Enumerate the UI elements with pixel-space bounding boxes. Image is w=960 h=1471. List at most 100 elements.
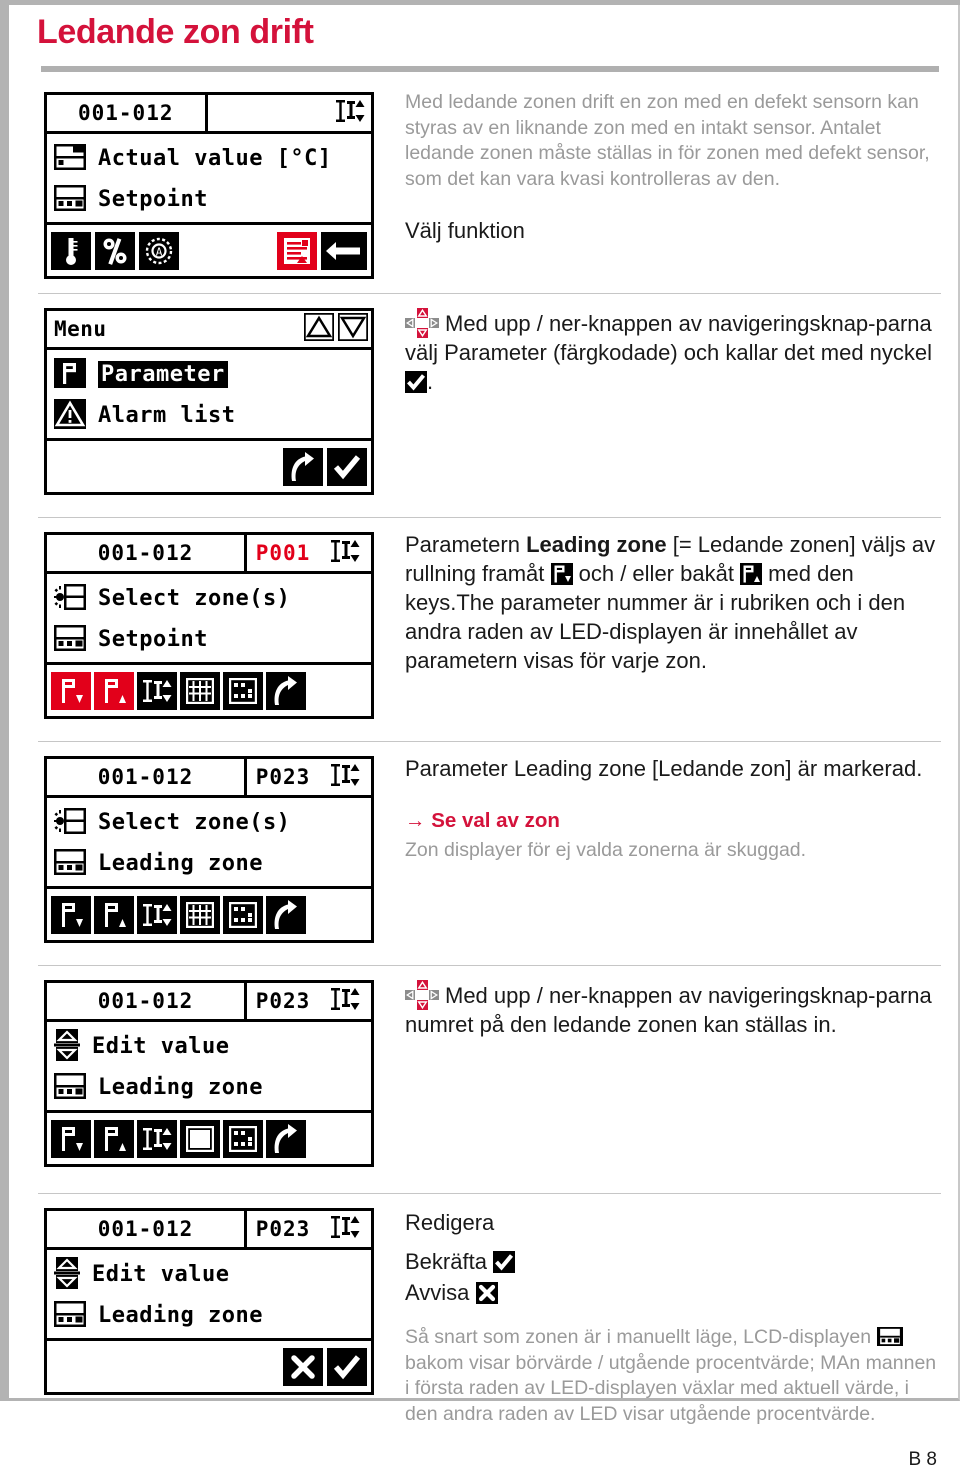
up-triangle-icon[interactable] bbox=[303, 312, 335, 345]
back-arrow-icon[interactable] bbox=[266, 895, 306, 934]
document-page: Ledande zon drift 001-012 Actual value [… bbox=[0, 0, 960, 1470]
lcd-toolbar bbox=[47, 438, 371, 492]
param-back-inline-icon bbox=[740, 563, 763, 585]
lcd-rows: Actual value [°C] Setpoint bbox=[47, 134, 371, 222]
lcd-column-p001: 001-012 P001 Select zone(s) Setpoint bbox=[34, 526, 389, 719]
lcd-zone-range: 001-012 bbox=[77, 101, 174, 125]
lcd-row[interactable]: Edit value bbox=[47, 1026, 371, 1067]
lcd-setpoint-icon bbox=[54, 184, 86, 215]
confirm-check-icon[interactable] bbox=[327, 1347, 367, 1386]
lcd-row[interactable]: Actual value [°C] bbox=[47, 138, 371, 179]
down-triangle-icon[interactable] bbox=[337, 312, 369, 345]
section-p023-edit: 001-012 P023 Edit value Leading zone Med… bbox=[34, 974, 939, 1167]
lcd-rows: Edit value Leading zone bbox=[47, 1250, 371, 1338]
zone-step-icon[interactable] bbox=[137, 895, 177, 934]
thermometer-icon[interactable] bbox=[51, 231, 91, 270]
lcd-row[interactable]: Edit value bbox=[47, 1254, 371, 1295]
lcd-panel-overview[interactable]: 001-012 Actual value [°C] Setpoint A bbox=[44, 92, 374, 279]
lcd-panel-p023-select[interactable]: 001-012 P023 Select zone(s) Leading zone bbox=[44, 756, 374, 943]
lcd-header-blank bbox=[204, 95, 372, 131]
reject-x-inline-icon bbox=[475, 1282, 498, 1304]
zone-step-icon[interactable] bbox=[137, 671, 177, 710]
param-forward-icon-red[interactable] bbox=[51, 671, 91, 710]
lcd-row-label: Leading zone bbox=[98, 851, 263, 876]
lcd-rows: Select zone(s) Leading zone bbox=[47, 798, 371, 886]
lcd-column-overview: 001-012 Actual value [°C] Setpoint A bbox=[34, 86, 389, 279]
back-arrow-icon[interactable] bbox=[266, 1119, 306, 1158]
lcd-rows: Select zone(s) Setpoint bbox=[47, 574, 371, 662]
lcd-header: 001-012 P001 bbox=[47, 535, 371, 574]
grid-all-icon[interactable] bbox=[180, 895, 220, 934]
confirm-note-pre: Så snart som zonen är i manuellt läge, L… bbox=[405, 1326, 872, 1348]
confirm-check-icon[interactable] bbox=[327, 447, 367, 486]
text-column-p023-confirm: Redigera Bekräfta Avvisa Så snart som zo… bbox=[389, 1202, 939, 1427]
cross-reference-link[interactable]: → Se val av zon bbox=[405, 807, 939, 834]
lcd-panel-p023-confirm[interactable]: 001-012 P023 Edit value Leading zone bbox=[44, 1208, 374, 1395]
lcd-toolbar bbox=[47, 886, 371, 940]
param-forward-icon[interactable] bbox=[51, 1119, 91, 1158]
zone-step-icon[interactable] bbox=[137, 1119, 177, 1158]
zone-step-indicator-icon bbox=[330, 986, 360, 1016]
reject-label: Avvisa bbox=[405, 1280, 470, 1305]
lcd-row[interactable]: Select zone(s) bbox=[47, 578, 371, 619]
lcd-row[interactable]: Parameter bbox=[47, 354, 371, 395]
section-separator bbox=[38, 293, 941, 294]
solid-block-icon[interactable] bbox=[180, 1119, 220, 1158]
lcd-setpoint-icon bbox=[54, 1300, 86, 1331]
lcd-panel-menu[interactable]: Menu Parameter Alarm list bbox=[44, 308, 374, 495]
lcd-row[interactable]: Leading zone bbox=[47, 843, 371, 884]
lcd-setpoint-icon bbox=[54, 624, 86, 655]
text-column-p001: Parametern Leading zone [= Ledande zonen… bbox=[389, 526, 939, 675]
lcd-header: Menu bbox=[47, 311, 371, 350]
section-separator bbox=[38, 965, 941, 966]
back-arrow-icon[interactable] bbox=[283, 447, 323, 486]
auto-mode-icon[interactable]: A bbox=[139, 231, 179, 270]
lcd-row[interactable]: Leading zone bbox=[47, 1295, 371, 1336]
edit-value-icon bbox=[54, 1256, 80, 1293]
p001-body-mid2: och / eller bakåt bbox=[572, 561, 741, 586]
back-arrow-icon[interactable] bbox=[266, 671, 306, 710]
confirm-note-post: bakom visar börvärde / utgående procentv… bbox=[405, 1351, 937, 1425]
page-footer: B 8 bbox=[34, 1449, 939, 1471]
lcd-panel-p023-edit[interactable]: 001-012 P023 Edit value Leading zone bbox=[44, 980, 374, 1167]
key-icon[interactable] bbox=[321, 231, 367, 270]
param-back-icon-red[interactable] bbox=[94, 671, 134, 710]
page-title: Ledande zon drift bbox=[37, 13, 314, 51]
lcd-row-label: Edit value bbox=[92, 1262, 230, 1287]
edit-value-icon bbox=[54, 1028, 80, 1065]
lcd-header-buttons bbox=[303, 311, 371, 347]
grid-all-icon[interactable] bbox=[180, 671, 220, 710]
confirm-heading: Redigera bbox=[405, 1210, 495, 1235]
overview-body: Med ledande zonen drift en zon med en de… bbox=[405, 91, 930, 190]
grid-partial-icon[interactable] bbox=[223, 895, 263, 934]
lcd-step-indicator bbox=[319, 983, 371, 1019]
percent-icon[interactable] bbox=[95, 231, 135, 270]
lcd-rows: Parameter Alarm list bbox=[47, 350, 371, 438]
lcd-row[interactable]: Setpoint bbox=[47, 179, 371, 220]
grid-partial-icon[interactable] bbox=[223, 1119, 263, 1158]
menu-list-icon-red[interactable] bbox=[277, 231, 317, 270]
lcd-setpoint-icon bbox=[54, 1072, 86, 1103]
grid-partial-icon[interactable] bbox=[223, 671, 263, 710]
text-column-overview: Med ledande zonen drift en zon med en de… bbox=[389, 86, 939, 246]
lcd-row[interactable]: Select zone(s) bbox=[47, 802, 371, 843]
section-p023-confirm: 001-012 P023 Edit value Leading zone Red… bbox=[34, 1202, 939, 1427]
param-back-icon[interactable] bbox=[94, 895, 134, 934]
lcd-column-p023-select: 001-012 P023 Select zone(s) Leading zone bbox=[34, 750, 389, 943]
lcd-rows: Edit value Leading zone bbox=[47, 1022, 371, 1110]
lcd-row[interactable]: Setpoint bbox=[47, 619, 371, 660]
lcd-row[interactable]: Leading zone bbox=[47, 1067, 371, 1108]
lcd-row-label: Parameter bbox=[98, 361, 228, 388]
param-forward-inline-icon bbox=[550, 563, 573, 585]
lcd-row-label: Setpoint bbox=[98, 627, 208, 652]
reject-x-icon[interactable] bbox=[283, 1347, 323, 1386]
param-forward-icon[interactable] bbox=[51, 895, 91, 934]
lcd-param-number: P023 bbox=[244, 1211, 319, 1247]
confirm-label: Bekräfta bbox=[405, 1249, 487, 1274]
param-back-icon[interactable] bbox=[94, 1119, 134, 1158]
lcd-zone-range: 001-012 bbox=[97, 541, 194, 565]
lcd-panel-p001[interactable]: 001-012 P001 Select zone(s) Setpoint bbox=[44, 532, 374, 719]
menu-instruction-text: Med upp / ner-knappen av navigeringsknap… bbox=[405, 311, 933, 365]
lcd-row[interactable]: Alarm list bbox=[47, 395, 371, 436]
confirm-check-inline-icon bbox=[493, 1251, 516, 1273]
